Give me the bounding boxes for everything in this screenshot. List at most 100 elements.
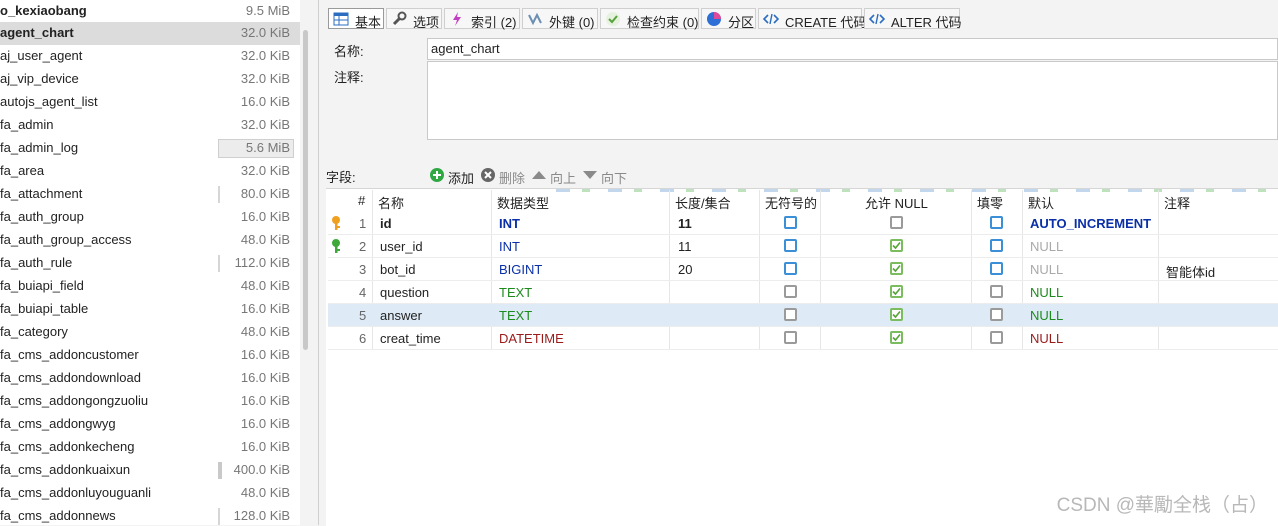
table-list-item[interactable]: fa_buiapi_field 48.0 KiB [0,275,300,298]
size-bar [218,462,222,479]
size-bar [218,508,220,525]
add-column-button[interactable]: 添加 [429,167,477,186]
zerofill-checkbox[interactable] [990,239,1003,252]
table-name: agent_chart [0,25,74,40]
move-up-button[interactable]: 向上 [531,167,581,186]
allow-null-checkbox[interactable] [890,285,903,298]
column-header[interactable]: # [358,193,365,208]
comment-label: 注释: [334,70,364,85]
tab-indexes[interactable]: 索引 (2) [444,8,520,30]
table-list-item[interactable]: fa_area 32.0 KiB [0,160,300,183]
table-list-item[interactable]: aj_user_agent 32.0 KiB [0,45,300,68]
wrench-icon [392,11,407,26]
table-row-selected[interactable]: 5 answer TEXT NULL [328,304,1278,327]
tab-label: 基本 [355,15,382,30]
primary-key-icon [332,216,340,230]
table-size: 16.0 KiB [240,347,290,362]
zerofill-checkbox[interactable] [990,216,1003,229]
allow-null-checkbox[interactable] [890,308,903,321]
column-header[interactable]: 注释 [1164,193,1190,212]
delete-column-button[interactable]: 删除 [480,167,528,186]
tab-options[interactable]: 选项 [386,8,442,30]
unsigned-checkbox[interactable] [784,239,797,252]
allow-null-checkbox[interactable] [890,239,903,252]
table-row[interactable]: 1 id INT 11 AUTO_INCREMENT [328,212,1278,235]
table-list-item[interactable]: fa_cms_addonkecheng 16.0 KiB [0,436,300,459]
size-bar [218,255,220,272]
table-list-item[interactable]: o_kexiaobang 9.5 MiB [0,0,300,23]
table-list-item[interactable]: fa_category 48.0 KiB [0,321,300,344]
tab-basic[interactable]: 基本 [328,8,384,30]
size-bar [218,186,220,203]
table-row[interactable]: 2 user_id INT 11 NULL [328,235,1278,258]
table-name: fa_cms_addoncustomer [0,347,139,362]
table-list-item[interactable]: fa_cms_addongwyg 16.0 KiB [0,413,300,436]
table-name-input[interactable]: agent_chart [427,38,1278,60]
table-size: 16.0 KiB [240,416,290,431]
table-comment-input[interactable] [427,61,1278,140]
grid-icon [333,12,349,26]
scrollbar-thumb[interactable] [303,30,308,350]
table-list-item[interactable]: fa_cms_addonluyouguanli 48.0 KiB [0,482,300,505]
tab-alter-code[interactable]: ALTER 代码 [864,8,962,30]
table-list[interactable]: o_kexiaobang 9.5 MiB agent_chart 32.0 Ki… [0,0,300,525]
table-size: 128.0 KiB [233,508,290,523]
table-row[interactable]: 3 bot_id BIGINT 20 NULL 智能体id [328,258,1278,281]
table-list-item[interactable]: fa_auth_rule 112.0 KiB [0,252,300,275]
table-list-item[interactable]: fa_auth_group 16.0 KiB [0,206,300,229]
table-list-item[interactable]: fa_cms_addonnews 128.0 KiB [0,505,300,525]
code-icon [763,13,779,25]
tab-check-constraints[interactable]: 检查约束 (0) [600,8,699,30]
column-header[interactable]: 允许 NULL [865,193,928,212]
unsigned-checkbox[interactable] [784,216,797,229]
unsigned-checkbox[interactable] [784,285,797,298]
lightning-icon [453,12,461,26]
table-list-item[interactable]: fa_cms_addongongzuoliu 16.0 KiB [0,390,300,413]
zerofill-checkbox[interactable] [990,262,1003,275]
table-list-item[interactable]: fa_admin_log 5.6 MiB [0,137,300,160]
allow-null-checkbox[interactable] [890,262,903,275]
column-header[interactable]: 填零 [977,193,1003,212]
unsigned-checkbox[interactable] [784,308,797,321]
table-name: fa_buiapi_field [0,278,84,293]
table-list-item[interactable]: autojs_agent_list 16.0 KiB [0,91,300,114]
table-list-item[interactable]: fa_buiapi_table 16.0 KiB [0,298,300,321]
table-name: fa_auth_group [0,209,84,224]
allow-null-checkbox[interactable] [890,216,903,229]
column-header[interactable]: 默认 [1028,193,1054,212]
table-list-item[interactable]: fa_attachment 80.0 KiB [0,183,300,206]
unsigned-checkbox[interactable] [784,262,797,275]
table-list-item[interactable]: fa_admin 32.0 KiB [0,114,300,137]
table-name: fa_admin_log [0,140,79,155]
zerofill-checkbox[interactable] [990,308,1003,321]
table-row[interactable]: 6 creat_time DATETIME NULL [328,327,1278,350]
table-list-item-selected[interactable]: agent_chart 32.0 KiB [0,22,300,45]
move-down-button[interactable]: 向下 [582,167,632,186]
tab-label: ALTER 代码 [891,15,962,30]
zerofill-checkbox[interactable] [990,285,1003,298]
table-name: fa_admin [0,117,54,132]
table-name: fa_cms_addonkecheng [0,439,135,454]
column-header[interactable]: 长度/集合 [675,193,731,212]
table-row[interactable]: 4 question TEXT NULL [328,281,1278,304]
allow-null-checkbox[interactable] [890,331,903,344]
pane-splitter[interactable] [318,0,319,525]
name-label: 名称: [334,44,364,59]
table-list-item[interactable]: fa_cms_addondownload 16.0 KiB [0,367,300,390]
table-list-item[interactable]: fa_cms_addoncustomer 16.0 KiB [0,344,300,367]
table-list-item[interactable]: aj_vip_device 32.0 KiB [0,68,300,91]
tab-label: 分区 [728,15,755,30]
table-list-item[interactable]: fa_auth_group_access 48.0 KiB [0,229,300,252]
table-name: autojs_agent_list [0,94,98,109]
table-name: fa_area [0,163,45,178]
column-header[interactable]: 数据类型 [497,193,549,212]
plus-circle-icon [430,168,444,182]
column-header[interactable]: 名称 [378,193,404,212]
tab-partitions[interactable]: 分区 [701,8,756,30]
column-header[interactable]: 无符号的 [765,193,817,212]
zerofill-checkbox[interactable] [990,331,1003,344]
unsigned-checkbox[interactable] [784,331,797,344]
tab-create-code[interactable]: CREATE 代码 [758,8,866,30]
tab-foreign-keys[interactable]: 外键 (0) [522,8,598,30]
table-list-item[interactable]: fa_cms_addonkuaixun 400.0 KiB [0,459,300,482]
